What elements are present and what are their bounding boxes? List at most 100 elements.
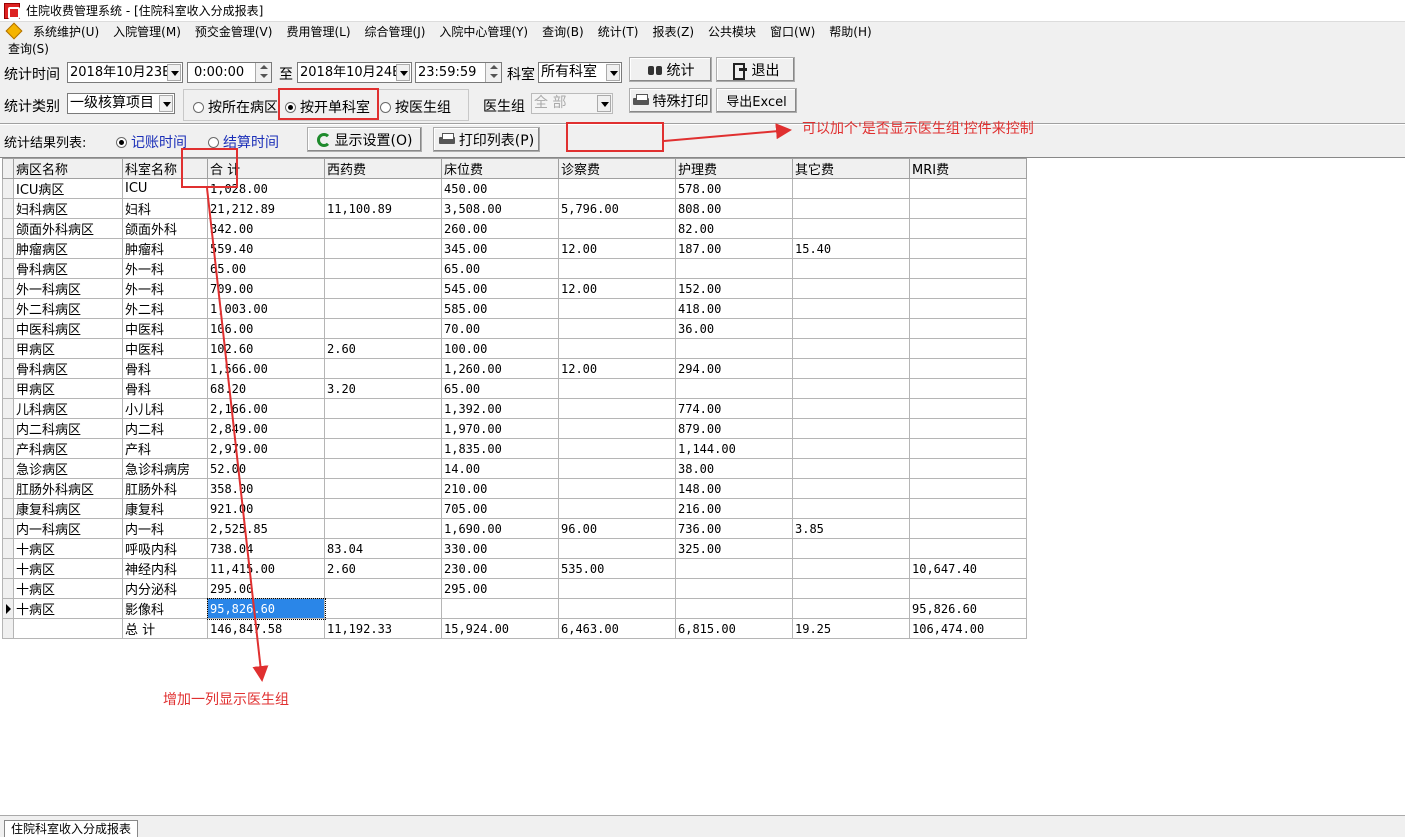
result-table[interactable]: 病区名称 科室名称合 计西药费 床位费 诊察费 护理费 其它费 MRI费 ICU病区 ICU 1… xyxy=(2,158,1027,639)
export-excel-button[interactable]: 导出Excel xyxy=(716,88,797,113)
table-cell[interactable]: 10,647.40 xyxy=(909,558,1027,579)
row-indicator[interactable] xyxy=(2,438,14,459)
table-cell[interactable] xyxy=(792,318,910,339)
table-cell[interactable]: 705.00 xyxy=(441,498,559,519)
table-cell[interactable] xyxy=(909,358,1027,379)
table-cell[interactable]: 内分泌科 xyxy=(122,578,208,599)
stat-button[interactable]: 统计 xyxy=(629,57,712,82)
table-cell[interactable]: 1,260.00 xyxy=(441,358,559,379)
table-cell[interactable] xyxy=(558,438,676,459)
table-cell[interactable] xyxy=(441,598,559,619)
row-indicator[interactable] xyxy=(2,198,14,219)
menu-item[interactable]: 帮助(H) xyxy=(822,23,878,40)
table-cell[interactable] xyxy=(909,238,1027,259)
table-cell[interactable]: 68.20 xyxy=(207,378,325,399)
table-cell[interactable] xyxy=(558,578,676,599)
table-cell[interactable]: 影像科 xyxy=(122,598,208,619)
table-cell[interactable]: 中医科 xyxy=(122,318,208,339)
table-cell[interactable]: 295.00 xyxy=(441,578,559,599)
table-cell[interactable]: 内二科 xyxy=(122,418,208,439)
table-cell[interactable]: 6,815.00 xyxy=(675,618,793,639)
table-cell[interactable]: 1,392.00 xyxy=(441,398,559,419)
table-cell[interactable]: 神经内科 xyxy=(122,558,208,579)
table-cell[interactable]: 总 计 xyxy=(122,618,208,639)
table-cell[interactable] xyxy=(909,318,1027,339)
row-indicator[interactable] xyxy=(2,298,14,319)
column-header[interactable]: 护理费 xyxy=(675,158,793,179)
table-cell[interactable]: 小儿科 xyxy=(122,398,208,419)
table-cell[interactable]: 418.00 xyxy=(675,298,793,319)
table-cell[interactable]: 36.00 xyxy=(675,318,793,339)
table-cell[interactable]: 559.40 xyxy=(207,238,325,259)
table-cell[interactable] xyxy=(675,258,793,279)
table-cell[interactable] xyxy=(909,218,1027,239)
table-cell[interactable]: 3,508.00 xyxy=(441,198,559,219)
table-cell[interactable] xyxy=(792,458,910,479)
table-cell[interactable]: 102.60 xyxy=(207,338,325,359)
table-cell[interactable]: 65.00 xyxy=(207,258,325,279)
dept-select[interactable]: 所有科室 xyxy=(538,62,622,83)
table-cell[interactable] xyxy=(324,358,442,379)
row-indicator[interactable] xyxy=(2,498,14,519)
table-cell[interactable]: 中医科 xyxy=(122,338,208,359)
table-cell[interactable] xyxy=(792,478,910,499)
table-cell[interactable]: 外一科病区 xyxy=(13,278,123,299)
table-cell[interactable]: 肛肠外科 xyxy=(122,478,208,499)
table-row[interactable]: 康复科病区 康复科 921.00 705.00 216.00 xyxy=(2,498,1027,519)
table-cell[interactable]: 152.00 xyxy=(675,278,793,299)
radio-by-ward[interactable]: 按所在病区 xyxy=(193,97,278,117)
table-row[interactable]: 甲病区 骨科 68.20 3.20 65.00 xyxy=(2,378,1027,399)
table-cell[interactable]: 65.00 xyxy=(441,378,559,399)
menu-item[interactable]: 费用管理(L) xyxy=(279,23,357,40)
table-cell[interactable]: 585.00 xyxy=(441,298,559,319)
table-cell[interactable]: 颌面外科 xyxy=(122,218,208,239)
table-cell[interactable] xyxy=(909,458,1027,479)
table-cell[interactable]: 康复科 xyxy=(122,498,208,519)
table-cell[interactable]: 甲病区 xyxy=(13,378,123,399)
table-row[interactable]: 骨科病区 骨科 1,566.00 1,260.00 12.00 294.00 xyxy=(2,358,1027,379)
table-row[interactable]: ICU病区 ICU 1,028.00 450.00 578.00 xyxy=(2,178,1027,199)
table-cell[interactable] xyxy=(792,358,910,379)
table-cell[interactable]: 12.00 xyxy=(558,358,676,379)
table-cell[interactable] xyxy=(792,298,910,319)
table-cell[interactable]: 295.00 xyxy=(207,578,325,599)
table-cell[interactable] xyxy=(324,598,442,619)
table-cell[interactable] xyxy=(558,398,676,419)
table-cell[interactable]: 260.00 xyxy=(441,218,559,239)
column-header[interactable]: 其它费 xyxy=(792,158,910,179)
table-cell[interactable]: 879.00 xyxy=(675,418,793,439)
table-cell[interactable]: 儿科病区 xyxy=(13,398,123,419)
table-cell[interactable] xyxy=(324,518,442,539)
table-cell[interactable] xyxy=(558,258,676,279)
chevron-down-icon[interactable] xyxy=(159,95,173,112)
table-cell[interactable] xyxy=(792,218,910,239)
table-cell[interactable]: 十病区 xyxy=(13,578,123,599)
table-cell[interactable]: 2.60 xyxy=(324,558,442,579)
table-cell[interactable]: 1,970.00 xyxy=(441,418,559,439)
row-indicator[interactable] xyxy=(2,178,14,199)
table-cell[interactable] xyxy=(909,478,1027,499)
table-cell[interactable]: 外一科 xyxy=(122,258,208,279)
menu-item[interactable]: 入院管理(M) xyxy=(106,23,188,40)
table-cell[interactable] xyxy=(558,298,676,319)
table-cell[interactable]: 外二科 xyxy=(122,298,208,319)
row-indicator[interactable] xyxy=(2,618,14,639)
table-row[interactable]: 外二科病区 外二科 1,003.00 585.00 418.00 xyxy=(2,298,1027,319)
table-cell[interactable] xyxy=(792,258,910,279)
table-cell[interactable]: 十病区 xyxy=(13,558,123,579)
table-cell[interactable] xyxy=(909,378,1027,399)
table-cell[interactable]: 14.00 xyxy=(441,458,559,479)
row-indicator[interactable] xyxy=(2,218,14,239)
table-cell[interactable]: 产科 xyxy=(122,438,208,459)
row-indicator[interactable] xyxy=(2,338,14,359)
table-row[interactable]: 肿瘤病区 肿瘤科 559.40 345.00 12.00 187.00 15.40 xyxy=(2,238,1027,259)
table-cell[interactable] xyxy=(909,398,1027,419)
row-indicator[interactable] xyxy=(2,538,14,559)
menu-item[interactable]: 公共模块 xyxy=(701,23,763,40)
table-cell[interactable]: ICU病区 xyxy=(13,178,123,199)
table-cell[interactable] xyxy=(909,258,1027,279)
table-cell[interactable]: 康复科病区 xyxy=(13,498,123,519)
table-cell[interactable] xyxy=(558,218,676,239)
table-cell[interactable] xyxy=(909,198,1027,219)
table-row[interactable]: 儿科病区 小儿科 2,166.00 1,392.00 774.00 xyxy=(2,398,1027,419)
